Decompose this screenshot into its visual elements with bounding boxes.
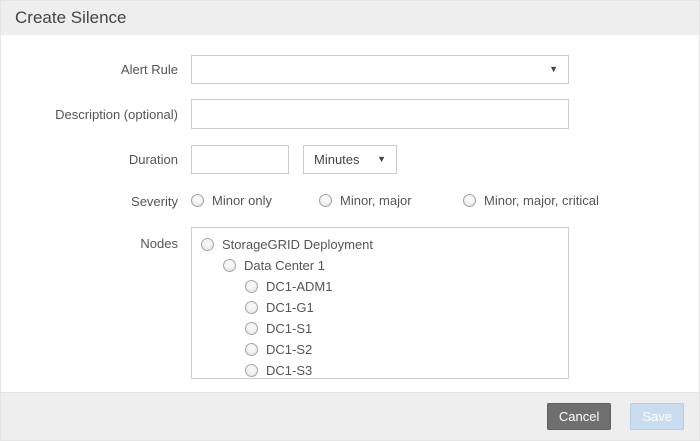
severity-option-minor-only[interactable]: Minor only: [191, 193, 319, 208]
radio-button-icon[interactable]: [223, 259, 236, 272]
radio-button-icon[interactable]: [463, 194, 476, 207]
severity-option-label: Minor, major: [340, 193, 412, 208]
node-option-dc1-adm1[interactable]: DC1-ADM1: [201, 276, 568, 297]
chevron-down-icon: ▼: [549, 65, 558, 74]
radio-button-icon[interactable]: [319, 194, 332, 207]
node-option-dc1-s2[interactable]: DC1-S2: [201, 339, 568, 360]
node-option-dc1-s3[interactable]: DC1-S3: [201, 360, 568, 379]
node-option-dc1-s1[interactable]: DC1-S1: [201, 318, 568, 339]
node-option-label: DC1-S3: [266, 363, 312, 378]
dialog-body: Alert Rule ▼ Description (optional) Dura…: [1, 35, 699, 379]
alert-rule-row: Alert Rule ▼: [1, 55, 699, 84]
description-row: Description (optional): [1, 99, 699, 129]
node-option-label: StorageGRID Deployment: [222, 237, 373, 252]
severity-label: Severity: [1, 193, 178, 209]
radio-button-icon[interactable]: [201, 238, 214, 251]
description-label: Description (optional): [1, 107, 178, 122]
duration-units-select[interactable]: Minutes ▼: [303, 145, 397, 174]
node-option-data-center-1[interactable]: Data Center 1: [201, 255, 568, 276]
node-option-label: Data Center 1: [244, 258, 325, 273]
radio-button-icon[interactable]: [245, 343, 258, 356]
node-option-dc1-g1[interactable]: DC1-G1: [201, 297, 568, 318]
nodes-row: Nodes StorageGRID Deployment Data Center…: [1, 227, 699, 379]
alert-rule-label: Alert Rule: [1, 62, 178, 77]
chevron-down-icon: ▼: [377, 155, 386, 164]
dialog-header: Create Silence: [1, 1, 699, 35]
severity-option-label: Minor only: [212, 193, 272, 208]
duration-units-selected-value: Minutes: [314, 152, 360, 167]
severity-row: Severity Minor only Minor, major Minor, …: [1, 193, 699, 209]
radio-button-icon[interactable]: [245, 364, 258, 377]
node-option-label: DC1-S1: [266, 321, 312, 336]
dialog-footer: Cancel Save: [1, 392, 700, 440]
cancel-button[interactable]: Cancel: [547, 403, 611, 430]
description-input[interactable]: [191, 99, 569, 129]
severity-option-label: Minor, major, critical: [484, 193, 599, 208]
nodes-label: Nodes: [1, 227, 178, 251]
radio-button-icon[interactable]: [245, 301, 258, 314]
node-option-storagegrid-deployment[interactable]: StorageGRID Deployment: [201, 234, 568, 255]
node-option-label: DC1-ADM1: [266, 279, 332, 294]
duration-row: Duration Minutes ▼: [1, 145, 699, 174]
radio-button-icon[interactable]: [245, 322, 258, 335]
node-option-label: DC1-G1: [266, 300, 314, 315]
radio-button-icon[interactable]: [191, 194, 204, 207]
page-title: Create Silence: [15, 8, 127, 28]
node-option-label: DC1-S2: [266, 342, 312, 357]
save-button[interactable]: Save: [630, 403, 684, 430]
severity-option-minor-major-critical[interactable]: Minor, major, critical: [463, 193, 599, 208]
duration-label: Duration: [1, 152, 178, 167]
create-silence-dialog: Create Silence Alert Rule ▼ Description …: [0, 0, 700, 441]
duration-input[interactable]: [191, 145, 289, 174]
severity-option-minor-major[interactable]: Minor, major: [319, 193, 463, 208]
nodes-tree: StorageGRID Deployment Data Center 1 DC1…: [191, 227, 569, 379]
radio-button-icon[interactable]: [245, 280, 258, 293]
alert-rule-select[interactable]: ▼: [191, 55, 569, 84]
